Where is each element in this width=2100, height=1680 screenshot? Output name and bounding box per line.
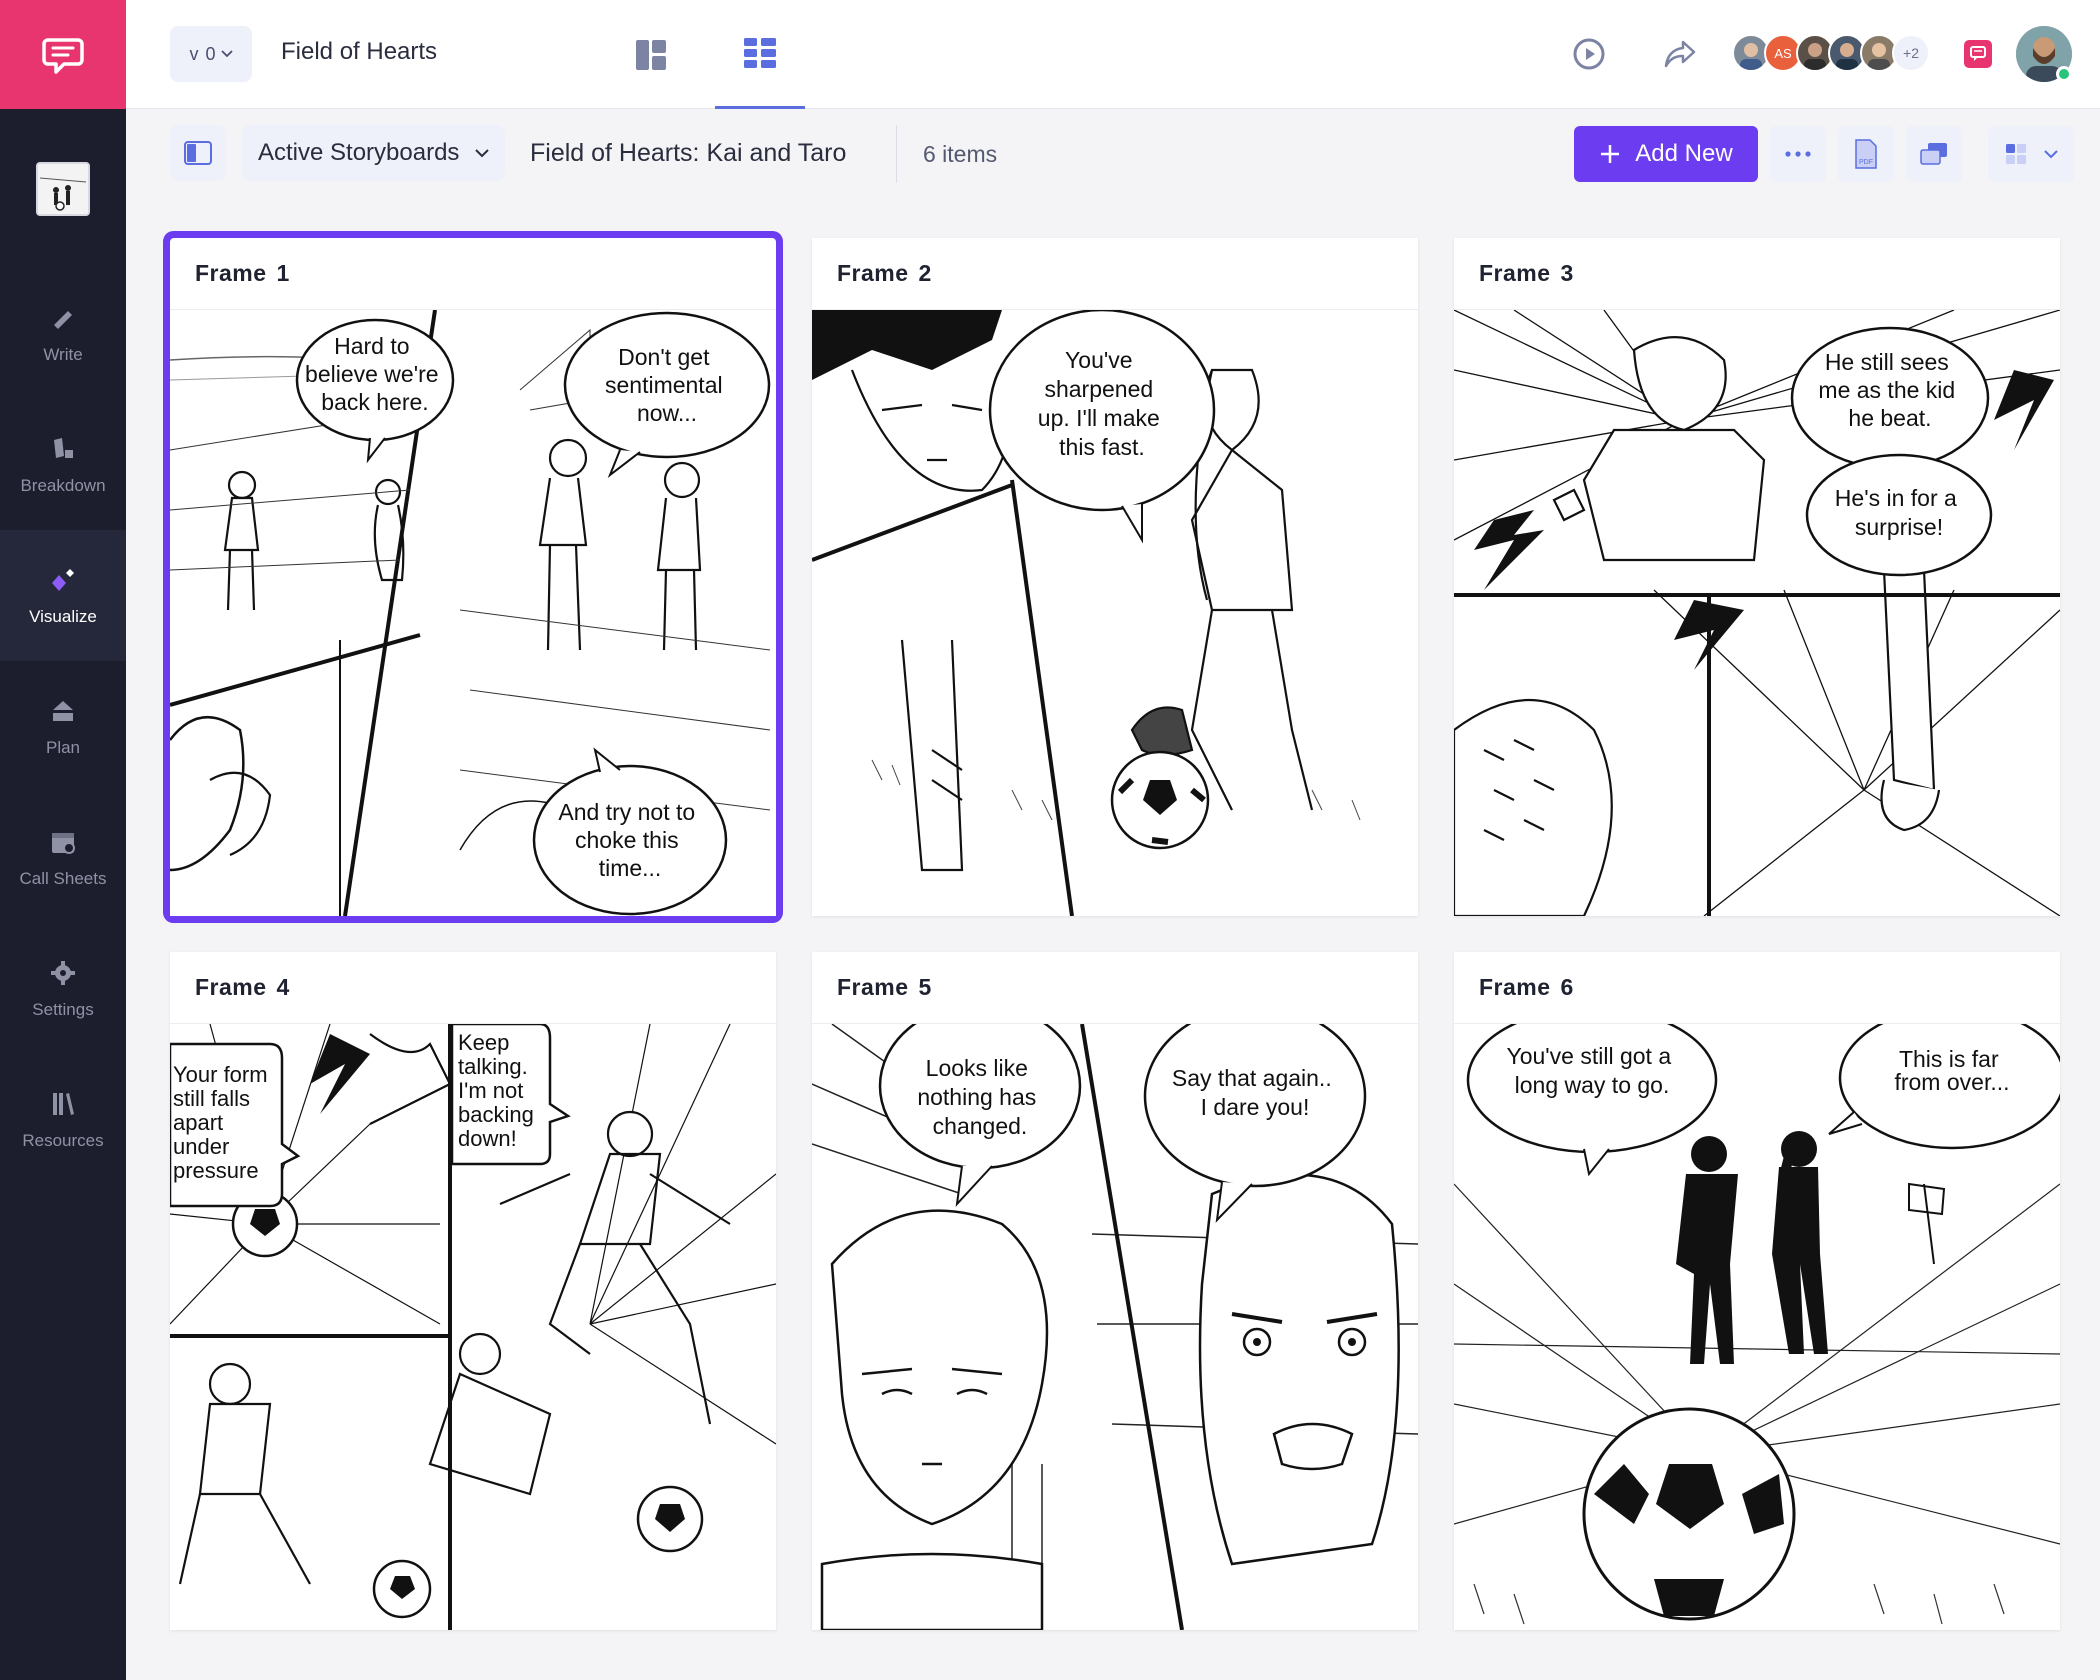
frame-header: Frame 2 [812, 238, 1418, 310]
frame-number: 2 [918, 260, 932, 286]
storyboard-title: Field of Hearts: Kai and Taro [530, 139, 847, 167]
frame-number: 4 [276, 974, 290, 1000]
add-new-label: Add New [1635, 140, 1733, 167]
frame-label: Frame [1479, 260, 1551, 286]
plan-icon [53, 700, 73, 721]
frame-label: Frame [837, 260, 909, 286]
grid-view-icon [744, 38, 776, 68]
visualize-icon [52, 568, 74, 591]
frame-header: Frame 4 [170, 952, 776, 1024]
breakdown-icon [54, 437, 73, 458]
pdf-icon: PDF [1855, 139, 1877, 169]
frame-image[interactable]: Hard to believe we're back here. Don't g… [170, 310, 776, 916]
sidebar-item-label: Plan [45, 737, 81, 757]
svg-text:PDF: PDF [1859, 159, 1873, 166]
gear-icon [51, 960, 75, 985]
app-logo[interactable] [0, 0, 126, 109]
share-icon [1664, 40, 1696, 68]
storyboard-frame-card[interactable]: Frame 1 Hard to believe we're back here. [170, 238, 776, 916]
frame-image[interactable]: You've sharpened up. I'll make this fast… [812, 310, 1418, 916]
toggle-panel-button[interactable] [170, 125, 226, 181]
frame-header: Frame 6 [1454, 952, 2060, 1024]
panel-layout-icon [636, 39, 666, 70]
plus-icon [1601, 145, 1620, 163]
frame-image[interactable]: You've still got a long way to go. This … [1454, 1024, 2060, 1630]
storyboard-frame-card[interactable]: Frame 2 You've sharpened up. I'll make t… [812, 238, 1418, 916]
present-button[interactable] [1906, 126, 1962, 182]
frame-header: Frame 1 [170, 238, 776, 310]
chevron-down-icon [2043, 149, 2058, 158]
sidebar-item-label: Resources [22, 1130, 104, 1150]
project-thumbnail[interactable] [36, 162, 90, 216]
project-title: Field of Hearts [281, 38, 438, 65]
storyboard-filter-dropdown[interactable]: Active Storyboards [242, 125, 506, 181]
frame-header: Frame 5 [812, 952, 1418, 1024]
sidebar-item-settings[interactable]: Settings [0, 923, 126, 1054]
project-thumbnail-image [38, 164, 88, 214]
frame-number: 6 [1560, 974, 1574, 1000]
sidebar-item-resources[interactable]: Resources [0, 1054, 126, 1185]
frame-image[interactable]: Looks like nothing has changed. Say that… [812, 1024, 1418, 1630]
sidebar: Write Breakdown Visualize Plan Call Shee… [0, 0, 126, 1680]
more-options-button[interactable] [1770, 126, 1826, 182]
sidebar-item-label: Settings [32, 999, 94, 1019]
sidebar-item-breakdown[interactable]: Breakdown [0, 399, 126, 530]
avatar-initials: AS [1774, 45, 1792, 61]
share-button[interactable] [1656, 30, 1704, 78]
version-label: v 0 [189, 43, 217, 64]
comment-icon [1964, 40, 1992, 68]
storyboard-frame-card[interactable]: Frame 5 Looks like nothing has changed. … [812, 952, 1418, 1630]
sidebar-item-label: Visualize [29, 606, 97, 626]
screens-icon [1920, 143, 1947, 165]
frame-number: 5 [918, 974, 932, 1000]
storyboard-frame-card[interactable]: Frame 6 You've still got a long way to g… [1454, 952, 2060, 1630]
top-bar: v 0 Field of Hearts AS +2 [126, 0, 2100, 109]
sidebar-item-write[interactable]: Write [0, 268, 126, 399]
sidebar-item-call-sheets[interactable]: Call Sheets [0, 792, 126, 923]
online-status-indicator [2056, 66, 2072, 82]
grid-layout-icon [2005, 144, 2026, 164]
speech-bubble: This is far from over... [1894, 1046, 2009, 1095]
sidebar-item-label: Call Sheets [19, 868, 107, 888]
books-icon [53, 1092, 74, 1115]
toolbar-divider [896, 125, 897, 183]
chat-logo-icon [42, 37, 84, 74]
tab-panel-view[interactable] [606, 0, 696, 109]
dropdown-label: Active Storyboards [258, 139, 460, 166]
sidebar-item-plan[interactable]: Plan [0, 661, 126, 792]
play-button[interactable] [1565, 30, 1613, 78]
chevron-down-icon [220, 50, 233, 58]
sidebar-item-label: Breakdown [20, 475, 106, 495]
comments-button[interactable] [1954, 30, 2002, 78]
tab-grid-view[interactable] [715, 0, 805, 109]
sidebar-item-visualize[interactable]: Visualize [0, 530, 126, 661]
layout-toggle-button[interactable] [1988, 126, 2074, 182]
calendar-icon [52, 832, 75, 854]
storyboard-frame-card[interactable]: Frame 4 Your form still falls apart unde… [170, 952, 776, 1630]
play-icon [1573, 38, 1605, 70]
frame-label: Frame [195, 974, 267, 1000]
chevron-down-icon [475, 148, 490, 157]
frame-number: 3 [1560, 260, 1574, 286]
more-collaborators-count: +2 [1903, 45, 1919, 61]
storyboard-frame-card[interactable]: Frame 3 He still sees me as the kid he b… [1454, 238, 2060, 916]
add-new-button[interactable]: Add New [1574, 126, 1758, 182]
export-pdf-button[interactable]: PDF [1838, 126, 1894, 182]
ellipsis-icon [1785, 151, 1811, 157]
frame-header: Frame 3 [1454, 238, 2060, 310]
frame-image[interactable]: Your form still falls apart under pressu… [170, 1024, 776, 1630]
frame-label: Frame [195, 260, 267, 286]
frame-label: Frame [1479, 974, 1551, 1000]
frame-label: Frame [837, 974, 909, 1000]
version-selector[interactable]: v 0 [170, 26, 252, 82]
pencil-icon [54, 310, 72, 329]
frame-image[interactable]: He still sees me as the kid he beat. He'… [1454, 310, 2060, 916]
sidebar-item-label: Write [43, 344, 83, 364]
more-collaborators-badge[interactable]: +2 [1892, 34, 1930, 72]
frame-number: 1 [276, 260, 290, 286]
storyboard-toolbar: Active Storyboards Field of Hearts: Kai … [126, 109, 2100, 199]
speech-bubble: Looks like nothing has changed. [917, 1055, 1042, 1139]
item-count: 6 items [923, 141, 998, 167]
panel-toggle-icon [184, 141, 212, 165]
